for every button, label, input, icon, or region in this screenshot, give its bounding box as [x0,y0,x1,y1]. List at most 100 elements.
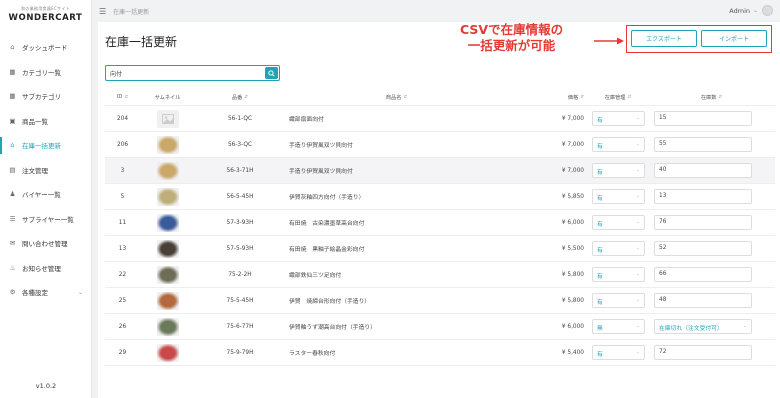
sidebar-item-6[interactable]: ♟ バイヤー一覧 [0,182,91,207]
stock-management-select[interactable]: 有 ⌄ [592,137,645,152]
table-row[interactable]: 29 75-9-79H ラスター春秋向付 ¥ 5,400 有 ⌄ 72 [105,340,775,366]
sidebar-item-9[interactable]: ♨ お知らせ管理 [0,256,91,281]
chevron-down-icon: ⌄ [635,245,640,251]
export-button[interactable]: エクスポート [631,30,697,47]
sidebar-item-0[interactable]: ⌂ ダッシュボード [0,35,91,60]
stock-count-input[interactable]: 48 [654,293,752,308]
column-header-code[interactable]: 品番 ⇵ [195,89,285,105]
stock-status-select[interactable]: 在庫切れ（注文受付可） ⌄ [654,319,752,334]
sidebar-item-1[interactable]: ▦ カテゴリ一覧 [0,60,91,85]
stock-count-input[interactable]: 15 [654,111,752,126]
search-input[interactable]: 向付 [105,65,280,81]
table-row[interactable]: 13 57-5-93H 有田焼 黒釉子絵晶金彩向付 ¥ 5,500 有 ⌄ 52 [105,236,775,262]
table-row[interactable]: 26 75-6-77H 伊賀釉うず潮高台向付（手造り） ¥ 6,000 無 ⌄ 在庫切れ（注… [105,314,775,340]
stock-management-select[interactable]: 有 ⌄ [592,267,645,282]
sidebar-item-8[interactable]: ✉ 問い合わせ管理 [0,231,91,256]
sidebar-item-5[interactable]: ▤ 注文管理 [0,158,91,183]
sidebar-item-7[interactable]: ☰ サプライヤー一覧 [0,207,91,232]
stock-count-input[interactable]: 52 [654,241,752,256]
bell-icon: ♨ [9,263,16,272]
product-thumbnail [156,135,179,154]
product-thumbnail [156,213,179,232]
hamburger-menu-icon[interactable]: ☰ [99,7,106,16]
cell-id: 26 [118,323,127,330]
cell-stock-management: 有 ⌄ [588,210,648,235]
cell-name: 手造り伊賀風双ツ貝向付 [289,169,353,175]
stock-management-select[interactable]: 有 ⌄ [592,163,645,178]
sidebar-item-3[interactable]: ▣ 商品一覧 [0,109,91,134]
cell-name: ラスター春秋向付 [289,351,336,357]
logo-tagline: 和の業務用食器ECサイト [21,6,70,11]
sidebar-item-label: サブカテゴリ [22,93,61,102]
document-icon: ▤ [9,165,16,174]
column-header-stock-count[interactable]: 在庫数 ⇵ [648,89,775,105]
cell-stock-management: 有 ⌄ [588,262,648,287]
table-row[interactable]: 25 75-5-45H 伊賀 焼締台形向付（手造り） ¥ 5,800 有 ⌄ 48 [105,288,775,314]
column-header-name[interactable]: 商品名 ⇵ [285,89,508,105]
cell-id: 25 [118,297,127,304]
logo-wordmark: WONDERCART [8,13,83,23]
table-row[interactable]: 3 56-3-71H 手造り伊賀風双ツ貝向付 ¥ 7,000 有 ⌄ 40 [105,158,775,184]
sidebar-nav: ⌂ ダッシュボード ▦ カテゴリ一覧 ▦ サブカテゴリ ▣ 商品一覧 ⌂ 在庫一括更新 ▤ 注文管理 ♟… [0,35,91,305]
cell-code: 75-9-79H [226,349,254,356]
sidebar-item-4[interactable]: ⌂ 在庫一括更新 [0,133,91,158]
table-row[interactable]: 206 56-3-QC 手造り伊賀風双ツ貝向付 ¥ 7,000 有 ⌄ 55 [105,132,775,158]
column-header-stock-management[interactable]: 在庫管理 ⇵ [588,89,648,105]
table-row[interactable]: 204 56-1-QC 織部扇面向付 ¥ 7,000 有 ⌄ 15 [105,106,775,132]
stock-management-select[interactable]: 有 ⌄ [592,345,645,360]
logo[interactable]: 和の業務用食器ECサイト WONDERCART [0,0,91,23]
stock-count-input[interactable]: 55 [654,137,752,152]
search-button[interactable] [265,67,278,79]
stock-management-select[interactable]: 有 ⌄ [592,111,645,126]
chevron-down-icon: ⌄ [635,141,640,147]
stock-count-input[interactable]: 72 [654,345,752,360]
search-icon [268,69,275,77]
sidebar-item-2[interactable]: ▦ サブカテゴリ [0,84,91,109]
chevron-down-icon: ⌄ [635,349,640,355]
cell-code: 56-3-QC [227,141,253,148]
cell-code: 57-5-93H [226,245,254,252]
annotation-line-1: CSVで在庫情報の [460,22,564,37]
import-button[interactable]: インポート [701,30,767,47]
column-header-id[interactable]: ID ⇵ [105,89,140,105]
sidebar: 和の業務用食器ECサイト WONDERCART ⌂ ダッシュボード ▦ カテゴリ一覧 ▦… [0,0,92,398]
stock-management-select[interactable]: 有 ⌄ [592,215,645,230]
table-row[interactable]: 11 57-3-93H 有田焼 古染濃墨草高台向付 ¥ 6,000 有 ⌄ 76 [105,210,775,236]
cell-stock-count: 72 [648,340,775,365]
cell-thumbnail [140,132,195,157]
main-panel: 在庫一括更新 CSVで在庫情報の 一括更新が可能 エクスポート インポート 向付… [98,22,780,398]
stock-management-select[interactable]: 有 ⌄ [592,189,645,204]
sidebar-item-label: 問い合わせ管理 [22,240,68,249]
cell-code: 75-2-2H [228,271,252,278]
cell-thumbnail [140,184,195,209]
stock-count-input[interactable]: 40 [654,163,752,178]
home-icon: ⌂ [10,43,15,52]
stock-management-select[interactable]: 有 ⌄ [592,293,645,308]
user-menu-label[interactable]: Admin [729,7,750,15]
table-row[interactable]: 5 56-5-45H 伊賀灰釉四方向付（手造り） ¥ 5,850 有 ⌄ 13 [105,184,775,210]
search-input-value: 向付 [110,71,123,78]
annotation-line-2: 一括更新が可能 [467,38,556,53]
sidebar-item-10[interactable]: ⚙ 各種設定 ⌄ [0,280,91,305]
cell-stock-management: 有 ⌄ [588,340,648,365]
stock-management-select[interactable]: 有 ⌄ [592,241,645,256]
cell-name: 伊賀 焼締台形向付（手造り） [289,299,371,305]
table-body: 204 56-1-QC 織部扇面向付 ¥ 7,000 有 ⌄ 15 206 56-3-QC 手造り… [105,106,775,366]
stock-management-select[interactable]: 無 ⌄ [592,319,645,334]
avatar[interactable] [762,5,773,16]
chevron-down-icon[interactable]: ⌄ [753,7,758,14]
chevron-down-icon: ⌄ [635,271,640,277]
sidebar-item-label: 商品一覧 [22,117,48,126]
sort-icon: ⇵ [403,94,408,100]
column-header-price[interactable]: 価格 ⇵ [508,89,588,105]
stock-count-input[interactable]: 76 [654,215,752,230]
cell-code: 75-5-45H [226,297,254,304]
table-row[interactable]: 22 75-2-2H 織部鉄仙三ツ足向付 ¥ 5,800 有 ⌄ 66 [105,262,775,288]
cell-stock-count: 在庫切れ（注文受付可） ⌄ [648,314,775,339]
cell-price: ¥ 5,400 [561,349,584,356]
stock-count-input[interactable]: 13 [654,189,752,204]
sort-icon: ⇵ [124,94,129,100]
stock-count-input[interactable]: 66 [654,267,752,282]
sidebar-item-label: カテゴリ一覧 [22,68,61,77]
cell-name: 織部扇面向付 [289,117,324,123]
